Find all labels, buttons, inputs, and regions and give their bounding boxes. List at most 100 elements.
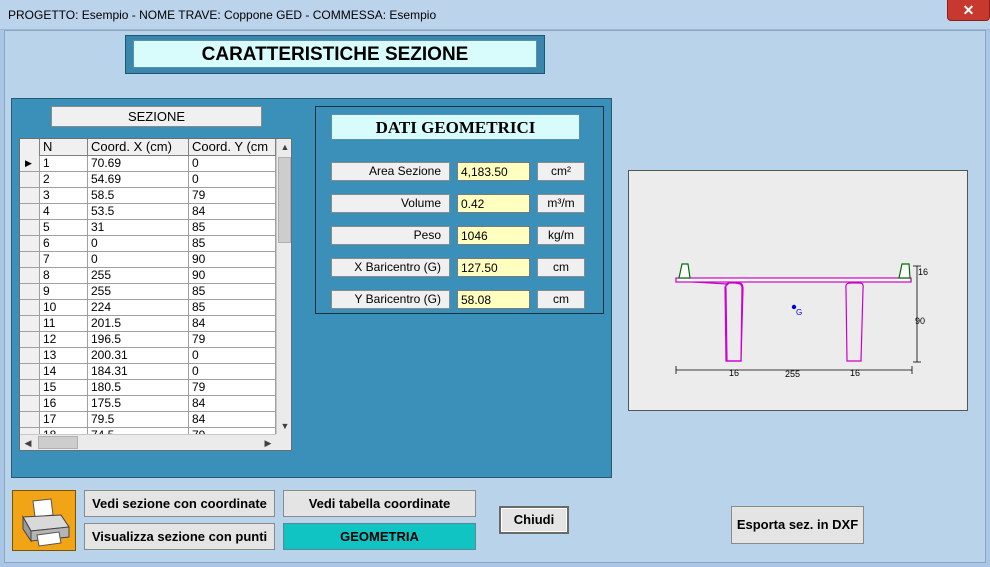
cell-n[interactable]: 15 — [40, 380, 88, 395]
cell-x[interactable]: 255 — [88, 284, 189, 299]
table-row[interactable]: 7 0 90 — [20, 252, 276, 268]
cell-x[interactable]: 184.31 — [88, 364, 189, 379]
table-row[interactable]: ▶ 1 70.69 0 — [20, 156, 276, 172]
cell-n[interactable]: 12 — [40, 332, 88, 347]
row-selector[interactable] — [20, 204, 40, 219]
cell-x[interactable]: 31 — [88, 220, 189, 235]
cell-n[interactable]: 17 — [40, 412, 88, 427]
right-arrow-icon[interactable]: ▶ — [260, 435, 276, 450]
table-row[interactable]: 17 79.5 84 — [20, 412, 276, 428]
row-selector[interactable] — [20, 188, 40, 203]
cell-y[interactable]: 0 — [189, 348, 276, 363]
cell-n[interactable]: 16 — [40, 396, 88, 411]
cell-y[interactable]: 0 — [189, 364, 276, 379]
table-row[interactable]: 10 224 85 — [20, 300, 276, 316]
cell-n[interactable]: 13 — [40, 348, 88, 363]
cell-y[interactable]: 85 — [189, 300, 276, 315]
vertical-scroll-thumb[interactable] — [278, 157, 291, 243]
cell-y[interactable]: 0 — [189, 172, 276, 187]
cell-n[interactable]: 4 — [40, 204, 88, 219]
table-row[interactable]: 5 31 85 — [20, 220, 276, 236]
cell-n[interactable]: 5 — [40, 220, 88, 235]
cell-x[interactable]: 79.5 — [88, 412, 189, 427]
table-row[interactable]: 8 255 90 — [20, 268, 276, 284]
cell-x[interactable]: 0 — [88, 252, 189, 267]
cell-x[interactable]: 255 — [88, 268, 189, 283]
area-value[interactable]: 4,183.50 — [457, 162, 530, 181]
cell-x[interactable]: 175.5 — [88, 396, 189, 411]
table-row[interactable]: 11 201.5 84 — [20, 316, 276, 332]
row-selector[interactable] — [20, 172, 40, 187]
cell-n[interactable]: 10 — [40, 300, 88, 315]
row-selector[interactable] — [20, 316, 40, 331]
coordinates-grid[interactable]: N Coord. X (cm) Coord. Y (cm ▶ 1 70.69 0 2 54… — [19, 138, 292, 451]
cell-y[interactable]: 79 — [189, 332, 276, 347]
x-centroid-value[interactable]: 127.50 — [457, 258, 530, 277]
show-section-points-button[interactable]: Visualizza sezione con punti — [84, 523, 275, 550]
volume-value[interactable]: 0.42 — [457, 194, 530, 213]
up-arrow-icon[interactable]: ▲ — [277, 139, 291, 155]
table-row[interactable]: 9 255 85 — [20, 284, 276, 300]
view-section-coordinates-button[interactable]: Vedi sezione con coordinate — [84, 490, 275, 517]
cell-y[interactable]: 79 — [189, 380, 276, 395]
row-selector[interactable] — [20, 300, 40, 315]
row-selector[interactable] — [20, 236, 40, 251]
table-row[interactable]: 2 54.69 0 — [20, 172, 276, 188]
vertical-scrollbar[interactable]: ▲ ▼ — [276, 139, 291, 434]
table-row[interactable]: 6 0 85 — [20, 236, 276, 252]
table-row[interactable]: 12 196.5 79 — [20, 332, 276, 348]
horizontal-scroll-thumb[interactable] — [38, 436, 78, 449]
table-row[interactable]: 14 184.31 0 — [20, 364, 276, 380]
row-selector[interactable] — [20, 220, 40, 235]
cell-y[interactable]: 79 — [189, 188, 276, 203]
view-coordinates-table-button[interactable]: Vedi tabella coordinate — [283, 490, 476, 517]
down-arrow-icon[interactable]: ▼ — [277, 418, 291, 434]
weight-value[interactable]: 1046 — [457, 226, 530, 245]
cell-n[interactable]: 9 — [40, 284, 88, 299]
table-row[interactable]: 16 175.5 84 — [20, 396, 276, 412]
row-selector[interactable] — [20, 284, 40, 299]
cell-x[interactable]: 201.5 — [88, 316, 189, 331]
cell-x[interactable]: 200.31 — [88, 348, 189, 363]
table-row[interactable]: 13 200.31 0 — [20, 348, 276, 364]
cell-x[interactable]: 53.5 — [88, 204, 189, 219]
cell-n[interactable]: 1 — [40, 156, 88, 171]
cell-y[interactable]: 84 — [189, 412, 276, 427]
row-selector[interactable] — [20, 380, 40, 395]
geometry-button[interactable]: GEOMETRIA — [283, 523, 476, 550]
row-selector[interactable] — [20, 268, 40, 283]
left-arrow-icon[interactable]: ◀ — [20, 435, 36, 450]
cell-n[interactable]: 6 — [40, 236, 88, 251]
cell-n[interactable]: 7 — [40, 252, 88, 267]
row-selector[interactable] — [20, 412, 40, 427]
column-header-x[interactable]: Coord. X (cm) — [88, 139, 189, 156]
cell-x[interactable]: 180.5 — [88, 380, 189, 395]
table-row[interactable]: 3 58.5 79 — [20, 188, 276, 204]
column-header-y[interactable]: Coord. Y (cm — [189, 139, 276, 156]
cell-x[interactable]: 70.69 — [88, 156, 189, 171]
cell-n[interactable]: 2 — [40, 172, 88, 187]
cell-x[interactable]: 58.5 — [88, 188, 189, 203]
cell-n[interactable]: 3 — [40, 188, 88, 203]
cell-x[interactable]: 196.5 — [88, 332, 189, 347]
cell-y[interactable]: 84 — [189, 204, 276, 219]
cell-y[interactable]: 84 — [189, 396, 276, 411]
cell-n[interactable]: 14 — [40, 364, 88, 379]
cell-y[interactable]: 85 — [189, 236, 276, 251]
row-selector[interactable]: ▶ — [20, 156, 40, 171]
cell-x[interactable]: 54.69 — [88, 172, 189, 187]
cell-x[interactable]: 224 — [88, 300, 189, 315]
table-row[interactable]: 15 180.5 79 — [20, 380, 276, 396]
export-dxf-button[interactable]: Esporta sez. in DXF — [731, 506, 864, 544]
cell-x[interactable]: 0 — [88, 236, 189, 251]
table-row[interactable]: 4 53.5 84 — [20, 204, 276, 220]
cell-y[interactable]: 90 — [189, 252, 276, 267]
cell-y[interactable]: 85 — [189, 220, 276, 235]
cell-y[interactable]: 85 — [189, 284, 276, 299]
row-selector[interactable] — [20, 252, 40, 267]
print-button[interactable] — [12, 490, 76, 551]
row-selector[interactable] — [20, 332, 40, 347]
cell-y[interactable]: 0 — [189, 156, 276, 171]
row-selector[interactable] — [20, 348, 40, 363]
close-button[interactable]: ✕ — [947, 0, 990, 21]
